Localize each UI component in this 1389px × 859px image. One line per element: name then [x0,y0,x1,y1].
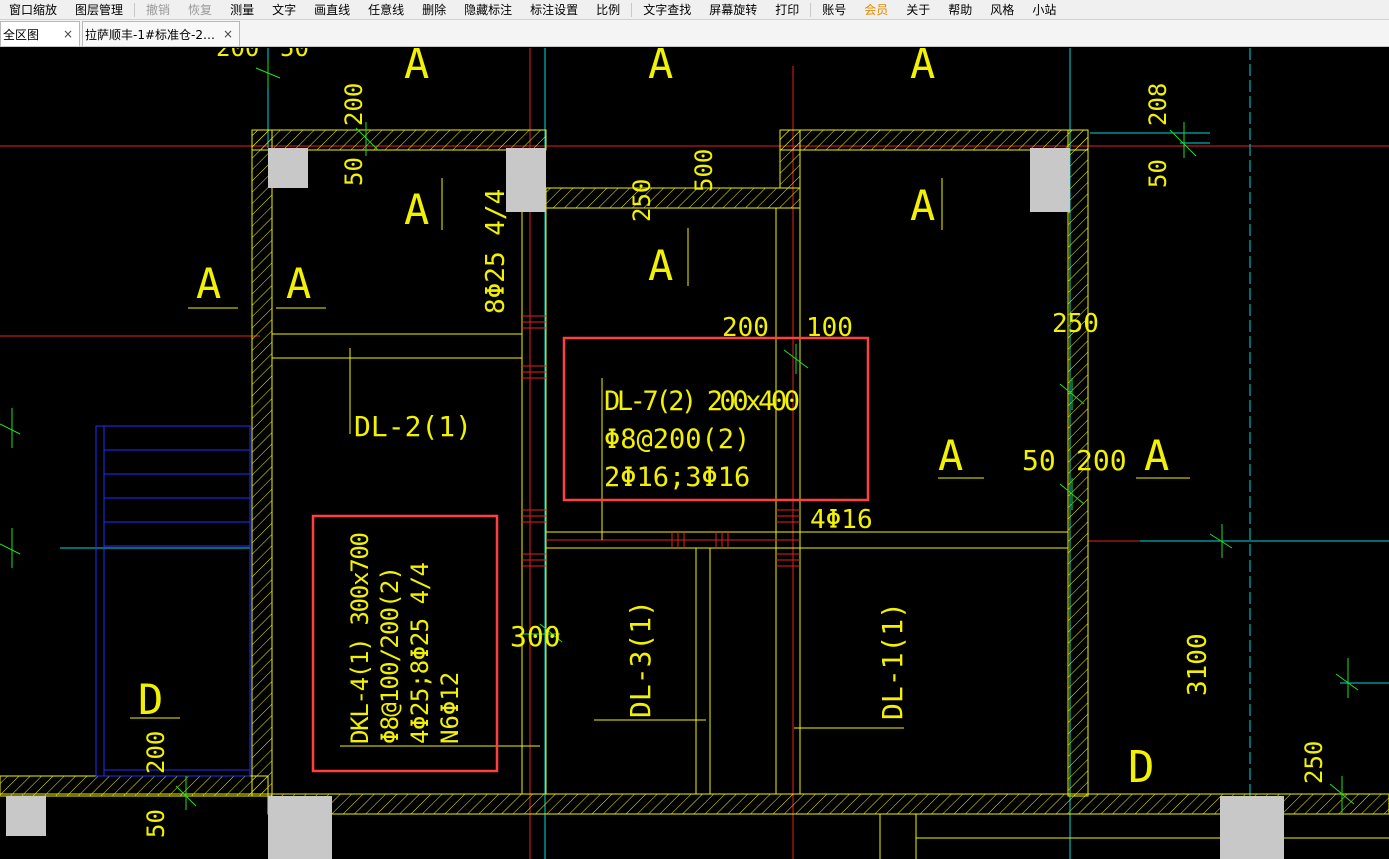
box-line: DL-7(2) 200x400 [604,386,800,417]
toolbar-button[interactable]: 隐藏标注 [455,1,521,19]
toolbar-button[interactable]: 任意线 [359,1,413,19]
toolbar-button[interactable]: 屏幕旋转 [700,1,766,19]
toolbar-separator [134,2,136,17]
region-label: A [910,181,935,230]
beam-label-dl3: DL-3(1) [624,600,657,718]
dim-text: 50 [340,157,368,186]
rebar-note: 8Φ25 4/4 [481,189,511,314]
dim-text: 500 [690,149,718,192]
tab-overview[interactable]: 全区图 × [0,21,80,46]
top-toolbar: 窗口缩放 图层管理 撤销 恢复 测量 文字 画直线 任意线 删除 隐藏标注 标注设置 比例 文字查找 屏幕… [0,0,1389,20]
region-label: A [910,48,935,88]
dim-text: 200 [142,731,170,774]
toolbar-button[interactable]: 撤销 [137,1,179,19]
region-label: A [938,431,963,480]
tab-label: 全区图 [3,27,40,42]
region-label: A [196,259,221,308]
toolbar-button[interactable]: 删除 [413,1,455,19]
beam-label-dl2: DL-2(1) [354,410,472,443]
rebar-note: 4Φ16 [810,505,873,535]
toolbar-button[interactable]: 账号 [813,1,855,19]
toolbar-button[interactable]: 画直线 [305,1,359,19]
region-label: A [648,48,673,88]
region-label: A [286,259,311,308]
region-label: A [1144,431,1169,480]
columns [6,148,1284,859]
dim-text: 50 [280,48,309,62]
toolbar-button[interactable]: 文字 [263,1,305,19]
box-line: Φ8@100/200(2) [376,566,404,744]
toolbar-button[interactable]: 图层管理 [66,1,132,19]
toolbar-button[interactable]: 关于 [897,1,939,19]
document-tab-bar: 全区图 × 拉萨顺丰-1#标准仓-2… × [0,20,1389,47]
toolbar-button[interactable]: 比例 [587,1,629,19]
beam-label-dl1: DL-1(1) [876,602,909,720]
dim-text: 50 [142,809,170,838]
close-icon[interactable]: × [63,27,73,41]
close-icon[interactable]: × [223,27,233,41]
dim-text: 250 [1300,741,1328,784]
dim-text: 200 [216,48,259,62]
region-label: D [138,675,163,724]
dim-text: 200 [340,83,368,126]
region-label: A [648,241,673,290]
toolbar-button[interactable]: 小站 [1023,1,1065,19]
dim-text: 300 [510,620,561,653]
toolbar-button[interactable]: 打印 [766,1,808,19]
dim-text: 50 [1022,444,1056,477]
tab-label: 拉萨顺丰-1#标准仓-2… [85,27,215,42]
toolbar-button[interactable]: 测量 [221,1,263,19]
annotation-box-dl7[interactable]: DL-7(2) 200x400 Φ8@200(2) 2Φ16;3Φ16 [562,336,870,502]
toolbar-separator [631,2,633,17]
stair-lines [95,425,251,777]
dim-text: 200 [1076,444,1127,477]
cad-drawing: A A A A A A A A A A D D D DL-2(1) DL-3(1… [0,48,1389,859]
toolbar-button[interactable]: 帮助 [939,1,981,19]
dim-text: 250 [1052,309,1099,339]
box-line: Φ8@200(2) [604,424,750,455]
dim-text: 250 [628,179,656,222]
toolbar-button[interactable]: 标注设置 [521,1,587,19]
dim-text: 3100 [1183,633,1213,696]
annotation-box-dkl4[interactable]: DKL-4(1) 300x700 Φ8@100/200(2) 4Φ25;8Φ25… [311,514,499,773]
region-label: A [404,48,429,88]
region-label: A [404,185,429,234]
dim-text: 208 [1144,83,1172,126]
tab-drawing[interactable]: 拉萨顺丰-1#标准仓-2… × [82,21,240,46]
box-line: N6Φ12 [436,672,464,744]
box-line: 2Φ16;3Φ16 [604,462,750,493]
box-line: 4Φ25;8Φ25 4/4 [406,562,434,744]
toolbar-button[interactable]: 恢复 [179,1,221,19]
box-line: DKL-4(1) 300x700 [346,532,374,744]
toolbar-button[interactable]: 会员 [855,1,897,19]
toolbar-button[interactable]: 文字查找 [634,1,700,19]
drawing-canvas[interactable]: A A A A A A A A A A D D D DL-2(1) DL-3(1… [0,48,1389,859]
toolbar-separator [810,2,812,17]
region-label-d: D [1128,742,1155,793]
toolbar-button[interactable]: 窗口缩放 [0,1,66,19]
toolbar-button[interactable]: 风格 [981,1,1023,19]
dim-text: 50 [1144,159,1172,188]
